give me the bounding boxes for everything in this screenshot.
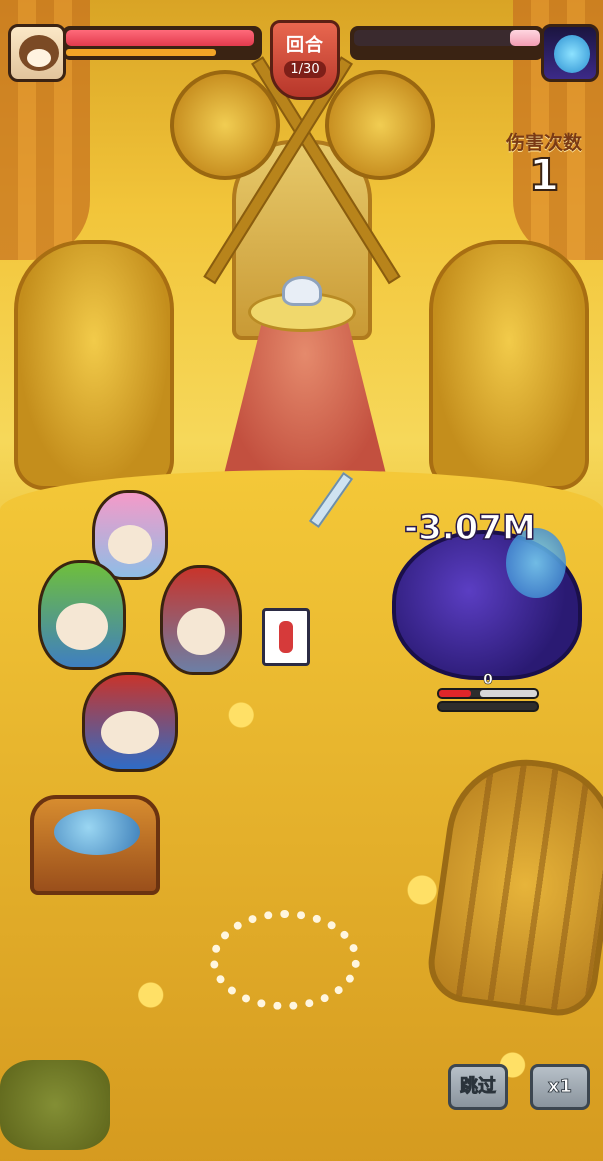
green-gem xyxy=(0,1060,110,1150)
round-badge: 回合 1/30 xyxy=(270,20,340,100)
player-avatar xyxy=(8,24,66,82)
boss-hp-bar xyxy=(437,688,539,699)
enemy-avatar xyxy=(541,24,599,82)
golden-statue-right xyxy=(429,240,589,490)
chest-gem xyxy=(54,809,140,855)
golden-statue-left xyxy=(14,240,174,490)
skull-icon xyxy=(554,35,590,73)
hero-frog-hat xyxy=(38,560,126,670)
pearl-necklace xyxy=(210,910,360,1010)
player-bars xyxy=(62,26,262,60)
player-energy-bar xyxy=(66,49,216,56)
summoned-totem xyxy=(262,608,310,666)
damage-count-value: 1 xyxy=(528,149,561,202)
speed-button[interactable]: x1 xyxy=(530,1064,590,1110)
player-hp-bar xyxy=(66,30,255,46)
treasure-chest xyxy=(30,795,160,895)
round-label: 回合 xyxy=(286,35,324,56)
enemy-bars xyxy=(350,26,544,60)
hero-pig-king xyxy=(82,672,178,772)
round-counter: 1/30 xyxy=(284,61,326,78)
top-hud: 回合 1/30 xyxy=(0,0,603,110)
crown-relic xyxy=(282,276,322,306)
shadow-boss xyxy=(392,528,582,680)
enemy-hp-bar xyxy=(510,30,540,46)
red-carpet xyxy=(220,320,390,490)
boss-sub-bar xyxy=(437,701,539,712)
skip-button[interactable]: 跳过 xyxy=(448,1064,508,1110)
otter-icon xyxy=(19,35,59,71)
boss-health: 0 xyxy=(437,672,539,712)
hero-top-hat xyxy=(160,565,242,675)
damage-popup: -3.07M xyxy=(403,507,536,549)
